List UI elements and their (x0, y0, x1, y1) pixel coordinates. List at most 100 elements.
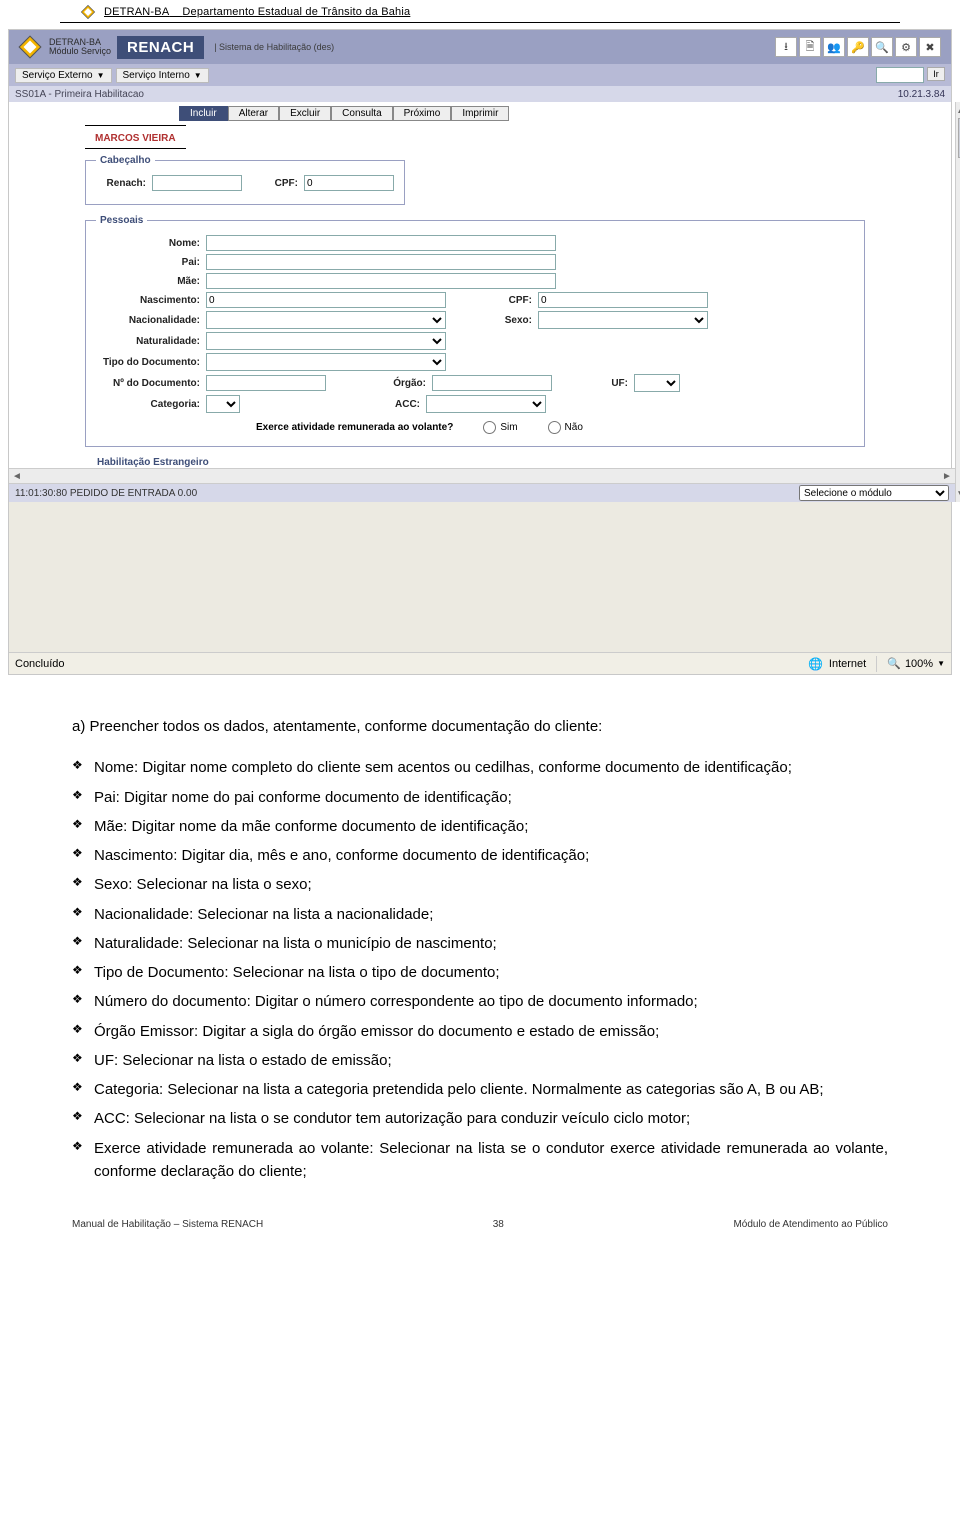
label-mae: Mãe: (96, 276, 200, 287)
doc-lead: a) Preencher todos os dados, atentamente… (72, 715, 888, 738)
label-categoria: Categoria: (96, 399, 200, 410)
list-item: Mãe: Digitar nome da mãe conforme docume… (72, 815, 888, 838)
status-bar: 11:01:30:80 PEDIDO DE ENTRADA 0.00 Selec… (9, 484, 955, 502)
proximo-button[interactable]: Próximo (393, 106, 452, 121)
username-label: MARCOS VIEIRA (95, 133, 176, 144)
record-toolbar: Incluir Alterar Excluir Consulta Próximo… (179, 106, 955, 121)
label-num-doc: Nº do Documento: (96, 378, 200, 389)
sexo-select[interactable] (538, 311, 708, 329)
breadcrumb: SS01A - Primeira Habilitacao (15, 89, 144, 100)
empty-area (9, 502, 951, 652)
list-item: Naturalidade: Selecionar na lista o muni… (72, 932, 888, 955)
globe-icon: 🌐 (808, 657, 823, 671)
breadcrumb-bar: SS01A - Primeira Habilitacao 10.21.3.84 (9, 86, 951, 102)
excluir-button[interactable]: Excluir (279, 106, 331, 121)
scroll-right-icon[interactable]: ► (939, 471, 955, 482)
consulta-button[interactable]: Consulta (331, 106, 392, 121)
zoom-value: 100% (905, 658, 933, 670)
nacionalidade-select[interactable] (206, 311, 446, 329)
list-item: Sexo: Selecionar na lista o sexo; (72, 873, 888, 896)
legend-pessoais: Pessoais (96, 215, 147, 226)
cpf-input[interactable] (304, 175, 394, 191)
topbar: DETRAN-BA Módulo Serviço RENACH | Sistem… (9, 30, 951, 64)
tray-download-icon[interactable]: ⭳ (775, 37, 797, 57)
label-nome: Nome: (96, 238, 200, 249)
mae-input[interactable] (206, 273, 556, 289)
num-documento-input[interactable] (206, 375, 326, 391)
label-cpf-pessoais: CPF: (452, 295, 532, 306)
brand-box: DETRAN-BA Módulo Serviço RENACH | Sistem… (9, 30, 342, 64)
tray-users-icon[interactable]: 👥 (823, 37, 845, 57)
module-select-wrap: Selecione o módulo (799, 485, 949, 501)
system-name: RENACH (117, 36, 204, 59)
scroll-left-icon[interactable]: ◄ (9, 471, 25, 482)
detran-logo-icon (17, 34, 43, 60)
pai-input[interactable] (206, 254, 556, 270)
remunerada-question: Exerce atividade remunerada ao volante? … (256, 421, 854, 434)
list-item: UF: Selecionar na lista o estado de emis… (72, 1049, 888, 1072)
imprimir-button[interactable]: Imprimir (451, 106, 509, 121)
document-body: a) Preencher todos os dados, atentamente… (72, 715, 888, 1183)
label-acc: ACC: (246, 399, 420, 410)
scroll-down-icon[interactable]: ▼ (956, 486, 960, 502)
list-item: Nome: Digitar nome completo do cliente s… (72, 756, 888, 779)
radio-nao[interactable] (548, 421, 561, 434)
nascimento-input[interactable] (206, 292, 446, 308)
renach-input[interactable] (152, 175, 242, 191)
label-orgao: Órgão: (332, 378, 426, 389)
module-select[interactable]: Selecione o módulo (799, 485, 949, 501)
label-uf: UF: (558, 378, 628, 389)
legend-habilitacao-estrangeiro: Habilitação Estrangeiro (97, 457, 955, 468)
tray-doc-icon[interactable]: 🗎 (799, 37, 821, 57)
menu-servico-externo[interactable]: Serviço Externo▼ (15, 68, 112, 83)
menubar: Serviço Externo▼ Serviço Interno▼ Ir (9, 64, 951, 86)
list-item: Nascimento: Digitar dia, mês e ano, conf… (72, 844, 888, 867)
tray-key-icon[interactable]: 🔑 (847, 37, 869, 57)
page-footer: Manual de Habilitação – Sistema RENACH 3… (0, 1213, 960, 1240)
goto-input[interactable] (876, 67, 924, 83)
label-cpf: CPF: (248, 178, 298, 189)
legend-cabecalho: Cabeçalho (96, 155, 155, 166)
chevron-down-icon: ▼ (937, 659, 945, 668)
footer-right: Módulo de Atendimento ao Público (733, 1219, 888, 1230)
header-org: DETRAN-BA Departamento Estadual de Trâns… (104, 6, 410, 18)
tray-settings-icon[interactable]: ⚙ (895, 37, 917, 57)
tray-close-icon[interactable]: ✖ (919, 37, 941, 57)
ie-status-left: Concluído (15, 658, 65, 670)
alterar-button[interactable]: Alterar (228, 106, 279, 121)
vertical-scrollbar[interactable]: ▲ ▼ (955, 102, 960, 502)
zoom-control[interactable]: 🔍 100% ▼ (887, 657, 945, 670)
remunerada-label: Exerce atividade remunerada ao volante? (256, 422, 453, 433)
label-tipo-doc: Tipo do Documento: (96, 357, 200, 368)
scroll-up-icon[interactable]: ▲ (956, 102, 960, 118)
tipo-documento-select[interactable] (206, 353, 446, 371)
naturalidade-select[interactable] (206, 332, 446, 350)
list-item: Pai: Digitar nome do pai conforme docume… (72, 786, 888, 809)
nome-input[interactable] (206, 235, 556, 251)
label-nascimento: Nascimento: (96, 295, 200, 306)
orgao-input[interactable] (432, 375, 552, 391)
list-item: Número do documento: Digitar o número co… (72, 990, 888, 1013)
goto-button[interactable]: Ir (927, 67, 945, 81)
fieldset-pessoais: Pessoais Nome: Pai: Mãe: Nascimento: CPF… (85, 215, 865, 447)
acc-select[interactable] (426, 395, 546, 413)
footer-left: Manual de Habilitação – Sistema RENACH (72, 1219, 263, 1230)
label-nacionalidade: Nacionalidade: (96, 315, 200, 326)
horizontal-scrollbar[interactable]: ◄ ► (9, 468, 955, 484)
uf-select[interactable] (634, 374, 680, 392)
categoria-select[interactable] (206, 395, 240, 413)
content-area: Incluir Alterar Excluir Consulta Próximo… (9, 102, 955, 502)
list-item: Nacionalidade: Selecionar na lista a nac… (72, 903, 888, 926)
fieldset-cabecalho: Cabeçalho Renach: CPF: (85, 155, 405, 205)
tray-search-icon[interactable]: 🔍 (871, 37, 893, 57)
list-item: Categoria: Selecionar na lista a categor… (72, 1078, 888, 1101)
cpf-pessoais-input[interactable] (538, 292, 708, 308)
brand-sub: Módulo Serviço (49, 47, 111, 56)
workspace: Incluir Alterar Excluir Consulta Próximo… (9, 102, 951, 502)
label-pai: Pai: (96, 257, 200, 268)
list-item: ACC: Selecionar na lista o se condutor t… (72, 1107, 888, 1130)
incluir-button[interactable]: Incluir (179, 106, 228, 121)
radio-sim[interactable] (483, 421, 496, 434)
menu-servico-interno[interactable]: Serviço Interno▼ (116, 68, 209, 83)
version-label: 10.21.3.84 (898, 89, 945, 100)
